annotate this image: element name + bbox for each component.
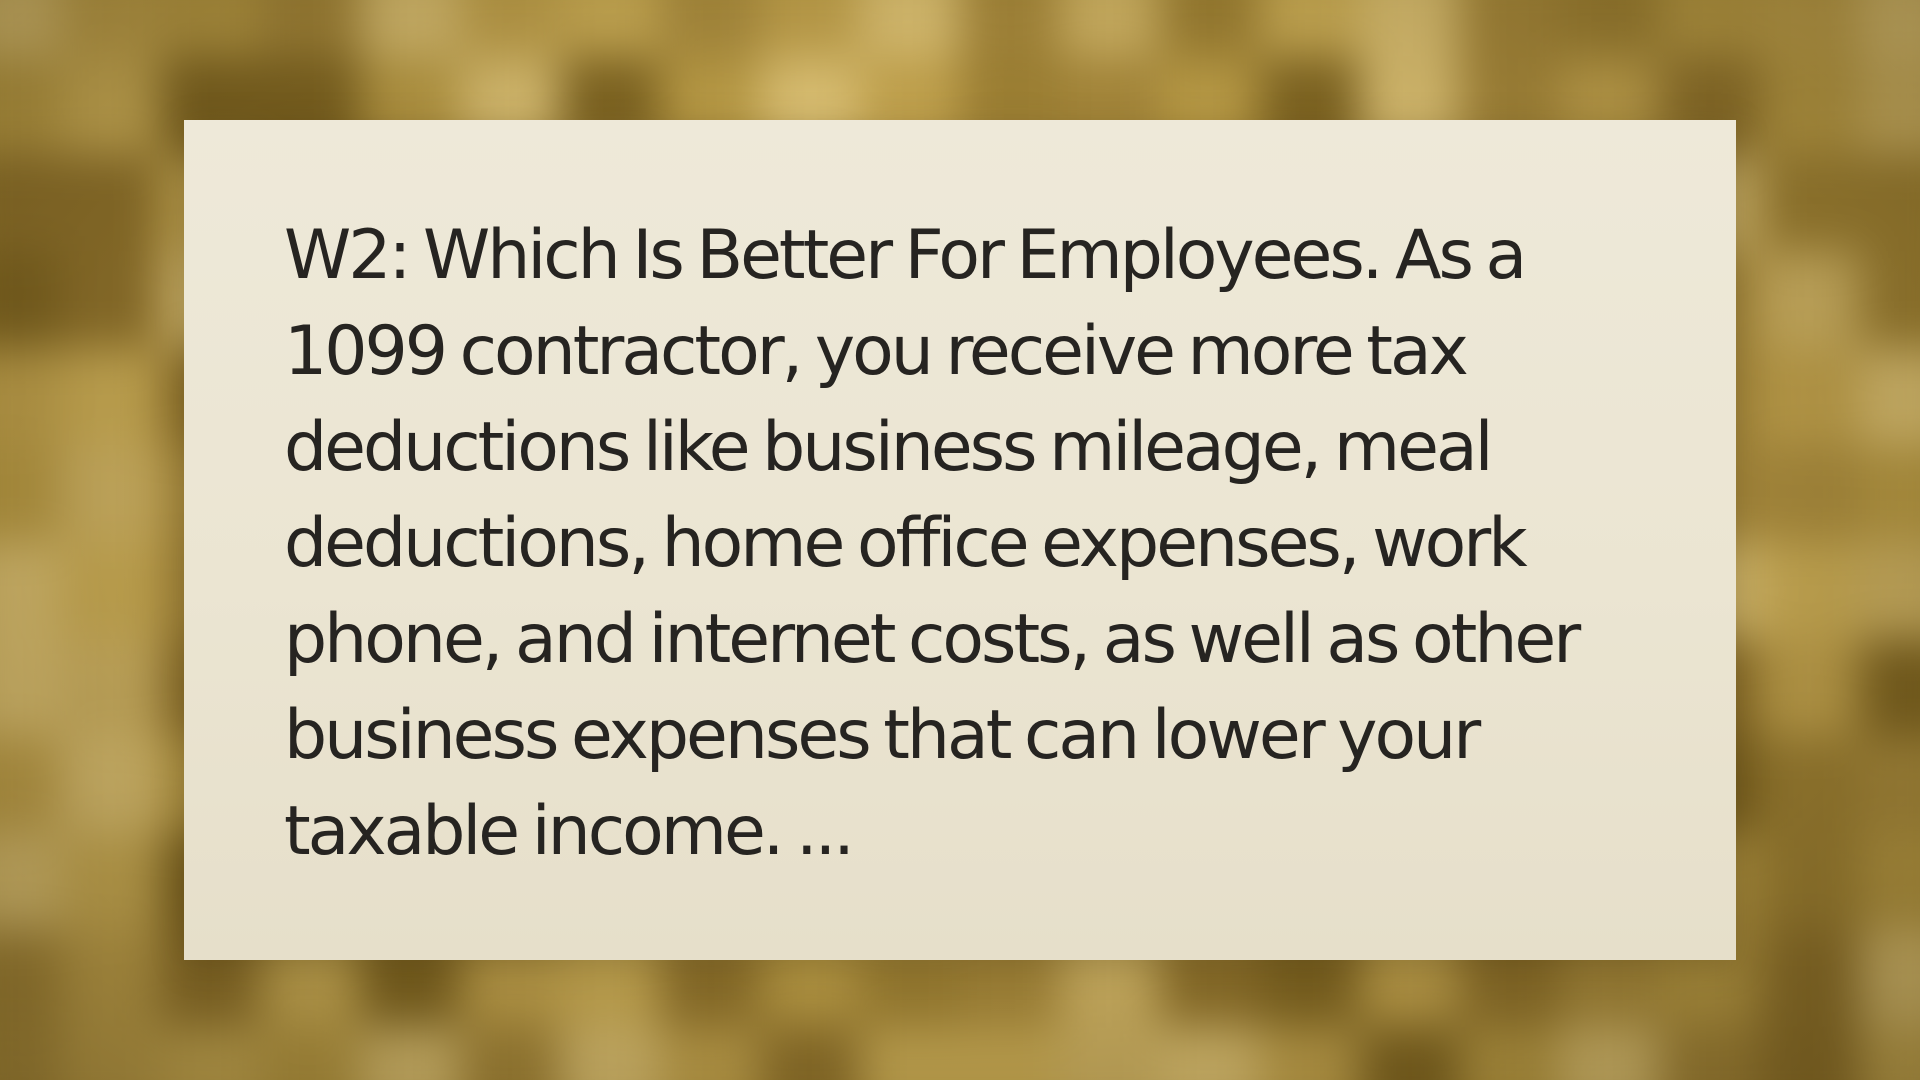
text-card: W2: Which Is Better For Employees. As a …	[184, 120, 1736, 960]
card-paragraph: W2: Which Is Better For Employees. As a …	[284, 216, 1581, 871]
